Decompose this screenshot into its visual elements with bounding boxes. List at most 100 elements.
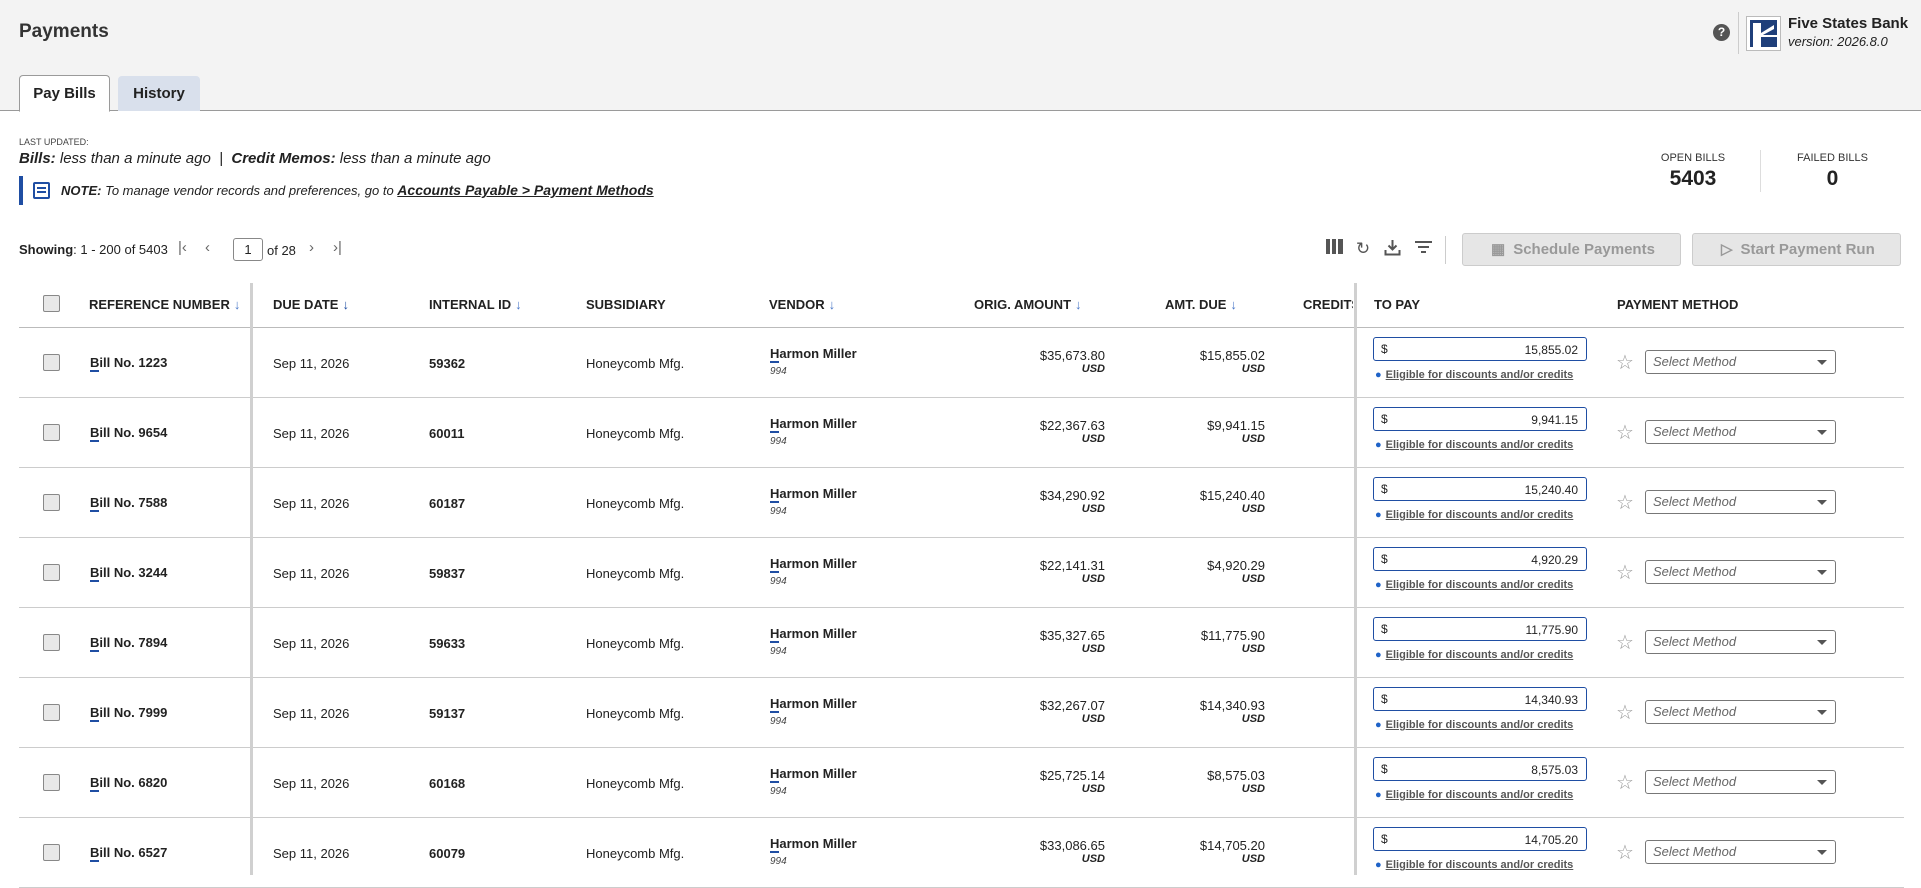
next-page-icon[interactable]: › [309, 239, 314, 256]
start-payment-run-button[interactable]: ▷ Start Payment Run [1692, 233, 1901, 266]
help-icon[interactable]: ? [1713, 24, 1730, 41]
eligible-discounts-link[interactable]: ● Eligible for discounts and/or credits [1375, 579, 1573, 591]
tab-pay-bills[interactable]: Pay Bills [19, 75, 110, 112]
star-icon[interactable]: ☆ [1616, 560, 1634, 585]
star-icon[interactable]: ☆ [1616, 840, 1634, 865]
bill-reference-link[interactable]: Bill No. 6820 [90, 775, 167, 792]
download-icon[interactable] [1382, 239, 1402, 259]
vendor-id: 994 [770, 856, 787, 867]
star-icon[interactable]: ☆ [1616, 490, 1634, 515]
payment-method-select[interactable]: Select Method [1645, 840, 1836, 864]
bill-reference-link[interactable]: Bill No. 9654 [90, 425, 167, 442]
to-pay-input[interactable]: $15,855.02 [1373, 337, 1587, 361]
bill-reference-link[interactable]: Bill No. 7588 [90, 495, 167, 512]
tag-icon: ● [1375, 859, 1382, 871]
to-pay-input[interactable]: $14,340.93 [1373, 687, 1587, 711]
payment-method-select[interactable]: Select Method [1645, 350, 1836, 374]
vendor-link[interactable]: Harmon Miller [770, 836, 857, 853]
table-row[interactable]: Bill No. 7894 Sep 11, 2026 59633 Honeyco… [19, 608, 1904, 678]
star-icon[interactable]: ☆ [1616, 350, 1634, 375]
to-pay-input[interactable]: $9,941.15 [1373, 407, 1587, 431]
vendor-link[interactable]: Harmon Miller [770, 346, 857, 363]
table-row[interactable]: Bill No. 1223 Sep 11, 2026 59362 Honeyco… [19, 328, 1904, 398]
failed-bills-stat: FAILED BILLS 0 [1785, 152, 1880, 191]
eligible-discounts-link[interactable]: ● Eligible for discounts and/or credits [1375, 509, 1573, 521]
row-checkbox[interactable] [43, 564, 60, 581]
table-row[interactable]: Bill No. 7588 Sep 11, 2026 60187 Honeyco… [19, 468, 1904, 538]
col-reference-number[interactable]: REFERENCE NUMBER ↓ [89, 297, 240, 312]
prev-page-icon[interactable]: ‹ [205, 239, 210, 256]
table-row[interactable]: Bill No. 6527 Sep 11, 2026 60079 Honeyco… [19, 818, 1904, 888]
eligible-discounts-link[interactable]: ● Eligible for discounts and/or credits [1375, 719, 1573, 731]
frozen-column-divider[interactable] [250, 283, 253, 875]
eligible-discounts-link[interactable]: ● Eligible for discounts and/or credits [1375, 859, 1573, 871]
vendor-link[interactable]: Harmon Miller [770, 696, 857, 713]
tab-history[interactable]: History [118, 76, 200, 111]
col-orig-amount[interactable]: ORIG. AMOUNT ↓ [974, 297, 1082, 312]
payment-method-select[interactable]: Select Method [1645, 630, 1836, 654]
payment-method-select[interactable]: Select Method [1645, 770, 1836, 794]
row-checkbox[interactable] [43, 424, 60, 441]
table-row[interactable]: Bill No. 6820 Sep 11, 2026 60168 Honeyco… [19, 748, 1904, 818]
page-number-input[interactable]: 1 [233, 238, 263, 261]
last-page-icon[interactable]: ›| [333, 239, 342, 256]
bill-reference-link[interactable]: Bill No. 1223 [90, 355, 167, 372]
bill-reference-link[interactable]: Bill No. 3244 [90, 565, 167, 582]
bill-reference-link[interactable]: Bill No. 7999 [90, 705, 167, 722]
row-checkbox[interactable] [43, 354, 60, 371]
frozen-column-divider-right[interactable] [1354, 283, 1357, 875]
sort-arrow-icon: ↓ [1230, 297, 1237, 312]
to-pay-input[interactable]: $8,575.03 [1373, 757, 1587, 781]
to-pay-input[interactable]: $11,775.90 [1373, 617, 1587, 641]
to-pay-input[interactable]: $4,920.29 [1373, 547, 1587, 571]
row-checkbox[interactable] [43, 634, 60, 651]
vendor-link[interactable]: Harmon Miller [770, 626, 857, 643]
vendor-link[interactable]: Harmon Miller [770, 766, 857, 783]
table-row[interactable]: Bill No. 7999 Sep 11, 2026 59137 Honeyco… [19, 678, 1904, 748]
schedule-payments-button[interactable]: ▦ Schedule Payments [1462, 233, 1681, 266]
vendor-link[interactable]: Harmon Miller [770, 486, 857, 503]
payment-method-select[interactable]: Select Method [1645, 420, 1836, 444]
row-checkbox[interactable] [43, 844, 60, 861]
amount-due: $4,920.29 USD [1207, 558, 1265, 585]
col-due-date[interactable]: DUE DATE ↓ [273, 297, 349, 312]
first-page-icon[interactable]: |‹ [178, 239, 187, 256]
eligible-discounts-link[interactable]: ● Eligible for discounts and/or credits [1375, 369, 1573, 381]
star-icon[interactable]: ☆ [1616, 420, 1634, 445]
vendor-id: 994 [770, 646, 787, 657]
bank-name: Five States Bank [1788, 15, 1909, 32]
col-internal-id[interactable]: INTERNAL ID ↓ [429, 297, 522, 312]
tag-icon: ● [1375, 509, 1382, 521]
payment-method-select[interactable]: Select Method [1645, 560, 1836, 584]
star-icon[interactable]: ☆ [1616, 770, 1634, 795]
star-icon[interactable]: ☆ [1616, 630, 1634, 655]
row-checkbox[interactable] [43, 494, 60, 511]
vendor-link[interactable]: Harmon Miller [770, 556, 857, 573]
col-vendor[interactable]: VENDOR ↓ [769, 297, 835, 312]
play-circle-icon: ▷ [1721, 241, 1733, 258]
filter-icon[interactable] [1413, 239, 1433, 259]
page-title: Payments [19, 21, 109, 42]
eligible-discounts-link[interactable]: ● Eligible for discounts and/or credits [1375, 649, 1573, 661]
row-checkbox[interactable] [43, 774, 60, 791]
eligible-discounts-link[interactable]: ● Eligible for discounts and/or credits [1375, 439, 1573, 451]
columns-icon[interactable] [1324, 239, 1344, 259]
vendor-link[interactable]: Harmon Miller [770, 416, 857, 433]
select-all-checkbox[interactable] [43, 295, 60, 312]
star-icon[interactable]: ☆ [1616, 700, 1634, 725]
bill-reference-link[interactable]: Bill No. 7894 [90, 635, 167, 652]
table-row[interactable]: Bill No. 9654 Sep 11, 2026 60011 Honeyco… [19, 398, 1904, 468]
to-pay-input[interactable]: $15,240.40 [1373, 477, 1587, 501]
col-amt-due[interactable]: AMT. DUE ↓ [1165, 297, 1237, 312]
to-pay-input[interactable]: $14,705.20 [1373, 827, 1587, 851]
chevron-down-icon [1817, 500, 1827, 505]
payment-methods-link[interactable]: Accounts Payable > Payment Methods [397, 182, 653, 198]
refresh-icon[interactable]: ↻ [1353, 239, 1373, 259]
payment-method-select[interactable]: Select Method [1645, 490, 1836, 514]
payment-method-select[interactable]: Select Method [1645, 700, 1836, 724]
bill-reference-link[interactable]: Bill No. 6527 [90, 845, 167, 862]
internal-id: 60079 [429, 846, 466, 861]
eligible-discounts-link[interactable]: ● Eligible for discounts and/or credits [1375, 789, 1573, 801]
row-checkbox[interactable] [43, 704, 60, 721]
table-row[interactable]: Bill No. 3244 Sep 11, 2026 59837 Honeyco… [19, 538, 1904, 608]
